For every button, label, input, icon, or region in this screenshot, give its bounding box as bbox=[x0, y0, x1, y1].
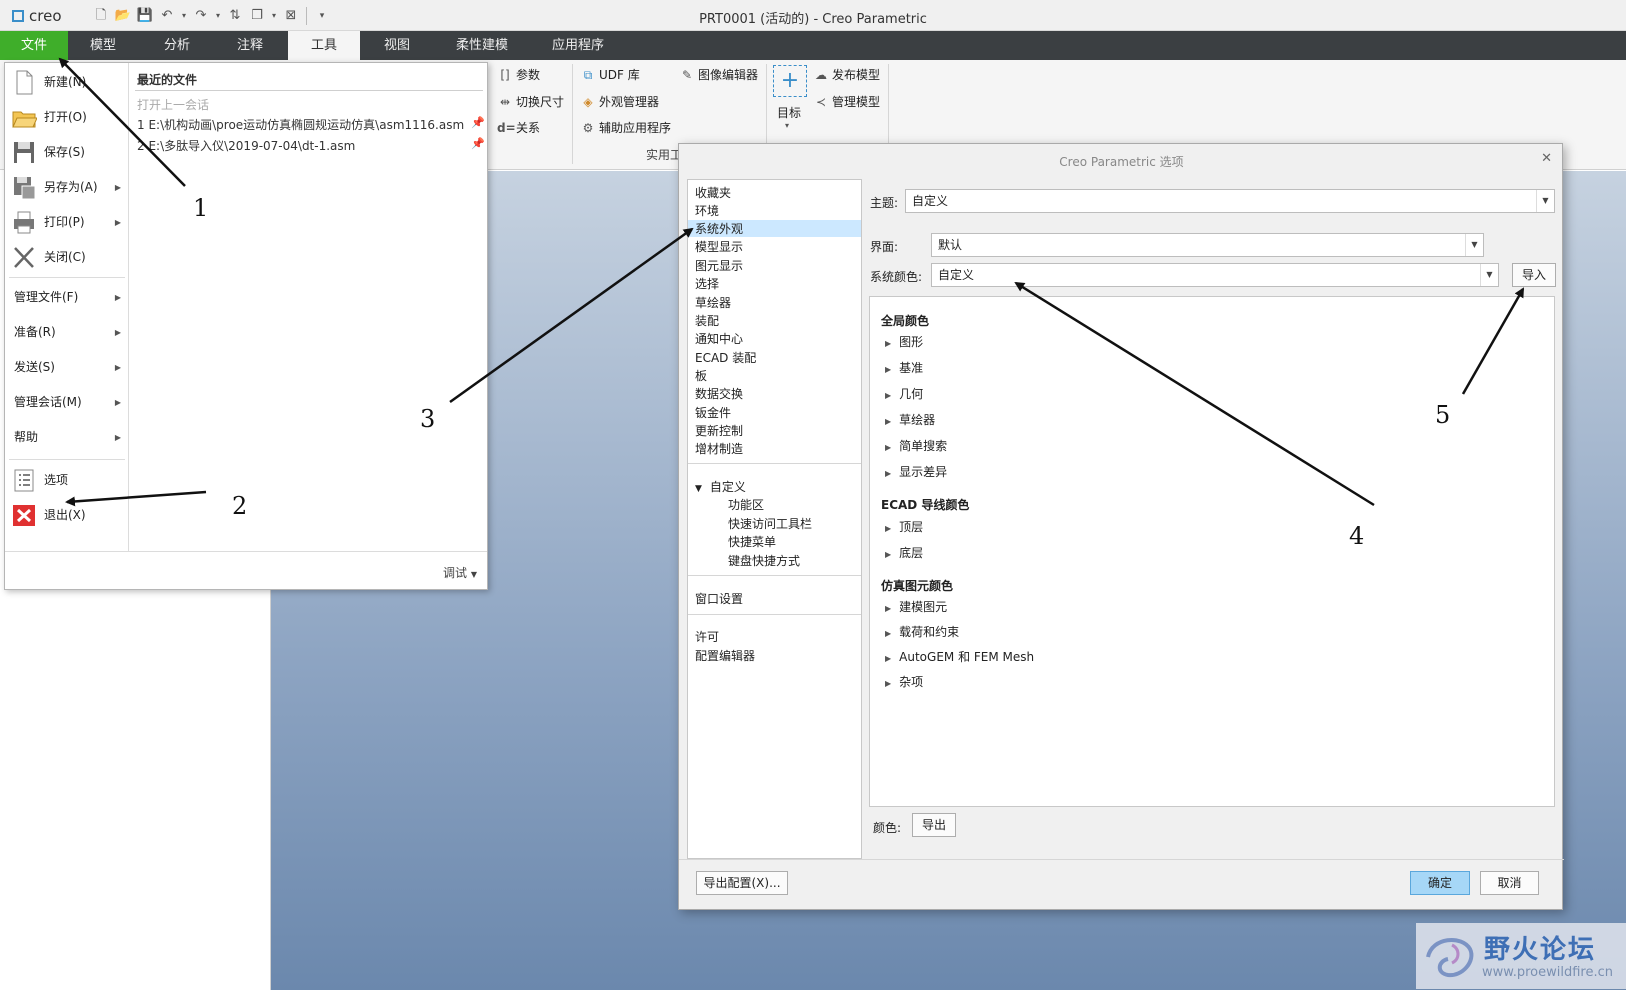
annotation-arrow-5 bbox=[1461, 287, 1525, 395]
annotation-arrow-2 bbox=[65, 490, 207, 507]
watermark-text: 野火论坛 bbox=[1484, 935, 1597, 965]
annotation-label-3: 3 bbox=[420, 405, 436, 433]
watermark-url: www.proewildfire.cn bbox=[1482, 965, 1613, 980]
forum-watermark: 野火论坛 www.proewildfire.cn bbox=[1416, 923, 1626, 989]
annotation-label-5: 5 bbox=[1435, 401, 1451, 429]
annotation-arrow-3 bbox=[449, 227, 694, 404]
watermark-logo-icon bbox=[1426, 937, 1474, 978]
annotation-label-4: 4 bbox=[1349, 522, 1365, 550]
annotation-arrow-4 bbox=[1014, 281, 1375, 507]
annotation-label-2: 2 bbox=[232, 492, 248, 520]
annotation-label-1: 1 bbox=[193, 194, 209, 222]
annotation-arrow-1 bbox=[58, 57, 186, 187]
